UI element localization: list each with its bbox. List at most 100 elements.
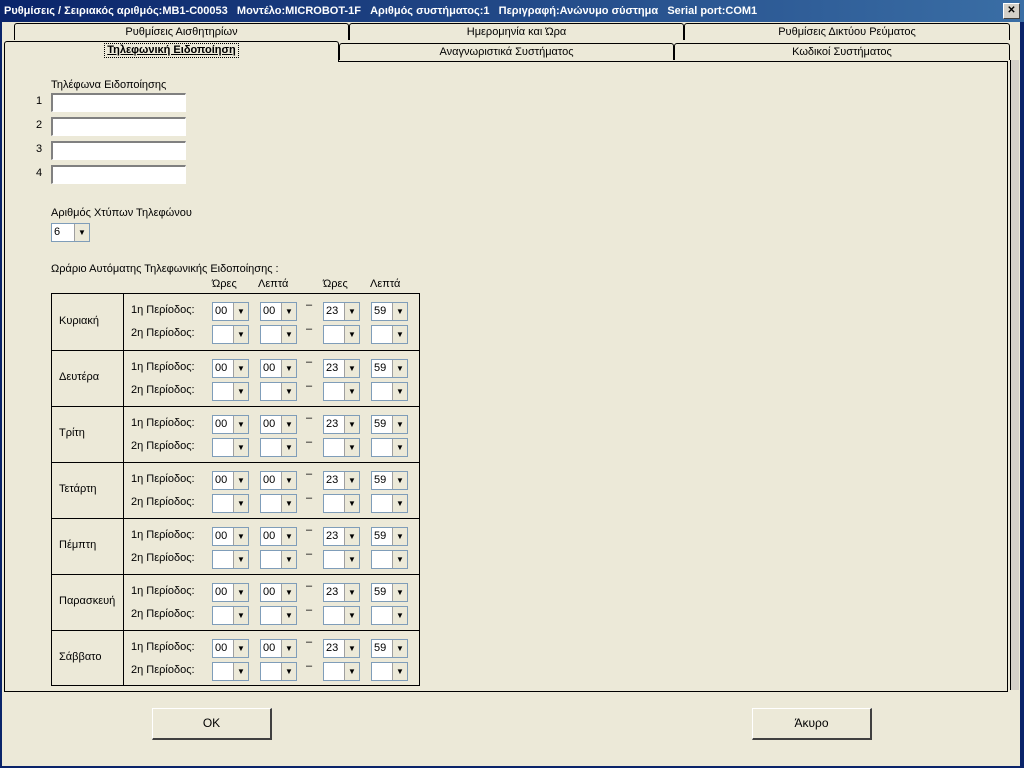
chevron-down-icon: ▼ bbox=[281, 472, 296, 489]
p1-end-hour-select[interactable]: 23 ▼ bbox=[323, 359, 360, 378]
p1-end-hour-select[interactable]: 23 ▼ bbox=[323, 302, 360, 321]
p1-end-minute-select[interactable]: 59 ▼ bbox=[371, 583, 408, 602]
p1-end-hour-select[interactable]: 23 ▼ bbox=[323, 527, 360, 546]
p2-start-minute-select[interactable]: ▼ bbox=[260, 494, 297, 513]
p1-end-minute-select[interactable]: 59 ▼ bbox=[371, 639, 408, 658]
chevron-down-icon: ▼ bbox=[233, 640, 248, 657]
chevron-down-icon: ▼ bbox=[392, 663, 407, 680]
p2-start-minute-select[interactable]: ▼ bbox=[260, 662, 297, 681]
phone-input[interactable] bbox=[51, 117, 186, 136]
period1-label: 1η Περίοδος: bbox=[131, 473, 195, 485]
p2-end-hour-select[interactable]: ▼ bbox=[323, 438, 360, 457]
chevron-down-icon: ▼ bbox=[344, 551, 359, 568]
chevron-down-icon: ▼ bbox=[392, 416, 407, 433]
p1-end-hour-select[interactable]: 23 ▼ bbox=[323, 415, 360, 434]
chevron-down-icon: ▼ bbox=[392, 528, 407, 545]
p2-end-minute-select[interactable]: ▼ bbox=[371, 662, 408, 681]
combo-value: 00 bbox=[215, 418, 228, 430]
phone-input[interactable] bbox=[51, 165, 186, 184]
p2-start-minute-select[interactable]: ▼ bbox=[260, 438, 297, 457]
p1-start-hour-select[interactable]: 00 ▼ bbox=[212, 527, 249, 546]
p2-start-hour-select[interactable]: ▼ bbox=[212, 606, 249, 625]
p1-end-minute-select[interactable]: 59 ▼ bbox=[371, 471, 408, 490]
phone-input[interactable] bbox=[51, 141, 186, 160]
p1-end-minute-select[interactable]: 59 ▼ bbox=[371, 415, 408, 434]
rings-select[interactable]: 6 ▼ bbox=[51, 223, 90, 242]
p1-start-hour-select[interactable]: 00 ▼ bbox=[212, 639, 249, 658]
p2-end-hour-select[interactable]: ▼ bbox=[323, 550, 360, 569]
p2-start-hour-select[interactable]: ▼ bbox=[212, 494, 249, 513]
day-name: Πέμπτη bbox=[59, 539, 97, 551]
day-name: Τρίτη bbox=[59, 427, 85, 439]
p1-end-hour-select[interactable]: 23 ▼ bbox=[323, 583, 360, 602]
day-name: Τετάρτη bbox=[59, 483, 97, 495]
p1-end-minute-select[interactable]: 59 ▼ bbox=[371, 527, 408, 546]
p1-start-minute-select[interactable]: 00 ▼ bbox=[260, 302, 297, 321]
p2-end-hour-select[interactable]: ▼ bbox=[323, 606, 360, 625]
p2-start-minute-select[interactable]: ▼ bbox=[260, 550, 297, 569]
p1-start-minute-select[interactable]: 00 ▼ bbox=[260, 527, 297, 546]
p2-end-hour-select[interactable]: ▼ bbox=[323, 662, 360, 681]
p1-end-hour-select[interactable]: 23 ▼ bbox=[323, 471, 360, 490]
combo-value: 23 bbox=[326, 362, 339, 374]
p1-start-minute-select[interactable]: 00 ▼ bbox=[260, 471, 297, 490]
p2-start-hour-select[interactable]: ▼ bbox=[212, 550, 249, 569]
p2-end-minute-select[interactable]: ▼ bbox=[371, 606, 408, 625]
chevron-down-icon: ▼ bbox=[392, 607, 407, 624]
day-name: Παρασκευή bbox=[59, 595, 116, 607]
p2-start-minute-select[interactable]: ▼ bbox=[260, 606, 297, 625]
p2-end-minute-select[interactable]: ▼ bbox=[371, 494, 408, 513]
chevron-down-icon: ▼ bbox=[281, 528, 296, 545]
chevron-down-icon: ▼ bbox=[281, 383, 296, 400]
p2-end-hour-select[interactable]: ▼ bbox=[323, 382, 360, 401]
p2-end-minute-select[interactable]: ▼ bbox=[371, 382, 408, 401]
chevron-down-icon: ▼ bbox=[233, 663, 248, 680]
p2-end-minute-select[interactable]: ▼ bbox=[371, 550, 408, 569]
p2-end-hour-select[interactable]: ▼ bbox=[323, 325, 360, 344]
p2-start-hour-select[interactable]: ▼ bbox=[212, 325, 249, 344]
phone-index: 2 bbox=[36, 119, 43, 131]
combo-value: 00 bbox=[263, 586, 276, 598]
chevron-down-icon: ▼ bbox=[281, 416, 296, 433]
p2-end-minute-select[interactable]: ▼ bbox=[371, 438, 408, 457]
p1-start-hour-select[interactable]: 00 ▼ bbox=[212, 471, 249, 490]
p1-start-hour-select[interactable]: 00 ▼ bbox=[212, 583, 249, 602]
chevron-down-icon: ▼ bbox=[281, 584, 296, 601]
chevron-down-icon: ▼ bbox=[233, 326, 248, 343]
period1-label: 1η Περίοδος: bbox=[131, 304, 195, 316]
p2-start-hour-select[interactable]: ▼ bbox=[212, 438, 249, 457]
combo-value: 00 bbox=[215, 586, 228, 598]
phone-index: 4 bbox=[36, 167, 43, 179]
combo-value: 00 bbox=[263, 642, 276, 654]
combo-value: 00 bbox=[215, 642, 228, 654]
chevron-down-icon: ▼ bbox=[344, 528, 359, 545]
combo-value: 00 bbox=[215, 362, 228, 374]
chevron-down-icon: ▼ bbox=[74, 224, 89, 241]
chevron-down-icon: ▼ bbox=[281, 640, 296, 657]
day-name: Δευτέρα bbox=[59, 371, 100, 383]
p1-start-hour-select[interactable]: 00 ▼ bbox=[212, 415, 249, 434]
p2-end-minute-select[interactable]: ▼ bbox=[371, 325, 408, 344]
phones-heading: Τηλέφωνα Ειδοποίησης bbox=[51, 79, 167, 91]
p1-start-minute-select[interactable]: 00 ▼ bbox=[260, 415, 297, 434]
p1-end-minute-select[interactable]: 59 ▼ bbox=[371, 359, 408, 378]
p1-start-hour-select[interactable]: 00 ▼ bbox=[212, 359, 249, 378]
p1-end-hour-select[interactable]: 23 ▼ bbox=[323, 639, 360, 658]
combo-value: 00 bbox=[215, 530, 228, 542]
combo-value: 59 bbox=[374, 530, 387, 542]
p1-start-minute-select[interactable]: 00 ▼ bbox=[260, 639, 297, 658]
p2-start-minute-select[interactable]: ▼ bbox=[260, 382, 297, 401]
p2-end-hour-select[interactable]: ▼ bbox=[323, 494, 360, 513]
phone-input[interactable] bbox=[51, 93, 186, 112]
p1-start-minute-select[interactable]: 00 ▼ bbox=[260, 583, 297, 602]
p1-end-minute-select[interactable]: 59 ▼ bbox=[371, 302, 408, 321]
p2-start-hour-select[interactable]: ▼ bbox=[212, 382, 249, 401]
chevron-down-icon: ▼ bbox=[392, 326, 407, 343]
p1-start-minute-select[interactable]: 00 ▼ bbox=[260, 359, 297, 378]
p2-start-minute-select[interactable]: ▼ bbox=[260, 325, 297, 344]
row-divider bbox=[52, 630, 419, 631]
combo-value: 00 bbox=[215, 305, 228, 317]
p1-start-hour-select[interactable]: 00 ▼ bbox=[212, 302, 249, 321]
p2-start-hour-select[interactable]: ▼ bbox=[212, 662, 249, 681]
chevron-down-icon: ▼ bbox=[392, 439, 407, 456]
